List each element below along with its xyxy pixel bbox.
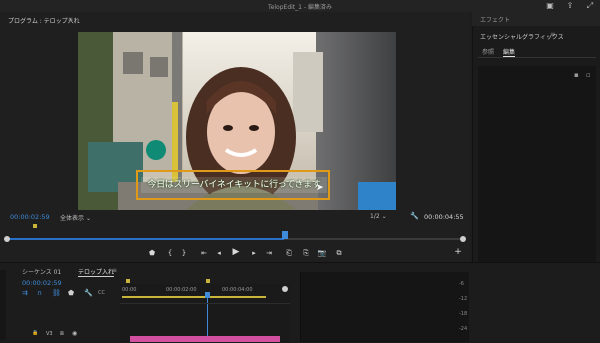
scroll-handle-left[interactable] [4, 236, 10, 242]
marker-icon[interactable]: ⬟ [146, 249, 158, 257]
comparison-view-icon[interactable]: ⧉ [333, 249, 345, 258]
meter-tick-2: -12 [459, 296, 468, 302]
add-marker-icon[interactable]: ⬟ [68, 289, 74, 297]
resolution-label: 1/2 [370, 213, 380, 220]
app-title: TelopEdit_1 - 編集済み [268, 4, 332, 11]
ruler-label-0: 00:00 [122, 287, 137, 293]
sync-lock-icon[interactable]: ⧈ [60, 330, 64, 338]
new-layer-icon[interactable]: ▪ [574, 71, 579, 79]
scroll-handle-right[interactable] [460, 236, 466, 242]
ruler-label-1: 00:00:02:00 [166, 287, 197, 293]
step-forward-icon[interactable]: ▸ [248, 249, 260, 257]
timeline-timecode[interactable]: 00:00:02:59 [22, 279, 62, 287]
playhead[interactable] [282, 231, 288, 239]
panel-menu-icon[interactable]: ≡ [68, 16, 73, 23]
workspace-icon[interactable]: ▣ [545, 1, 555, 11]
snap-icon[interactable]: ∩ [37, 289, 42, 297]
timeline-in-marker[interactable] [126, 279, 130, 283]
tab-sequence-01[interactable]: シーケンス 01 [22, 267, 61, 276]
ruler-label-2: 00:00:04:00 [222, 287, 253, 293]
chevron-down-icon: ⌄ [85, 215, 91, 222]
share-icon[interactable]: ⇪ [565, 1, 575, 11]
lift-icon[interactable]: ⎗ [283, 249, 295, 258]
settings-wrench-icon[interactable]: 🔧 [84, 289, 93, 297]
play-icon[interactable]: ▶ [230, 247, 242, 257]
track-divider [120, 303, 290, 304]
fullscreen-icon[interactable]: ⤢ [585, 1, 595, 11]
tab-menu-icon[interactable]: ≡ [112, 267, 117, 274]
scrub-progress [8, 238, 284, 240]
panel-menu-icon[interactable]: ≡ [550, 31, 555, 38]
graphics-clip[interactable] [130, 336, 280, 342]
go-to-in-icon[interactable]: ⇤ [198, 249, 210, 257]
in-point-marker[interactable] [33, 224, 37, 228]
timeline-scroll-handle[interactable] [282, 286, 288, 292]
nest-icon[interactable]: ⇉ [22, 289, 28, 297]
fit-label: 全体表示 [60, 215, 85, 222]
tab-edit[interactable]: 編集 [503, 47, 516, 57]
camera-icon[interactable]: 📷 [316, 249, 328, 257]
meter-tick-3: -18 [459, 311, 468, 317]
tab-telop[interactable]: テロップ入れ [78, 267, 115, 277]
meter-tick-1: -6 [459, 281, 464, 287]
meter-tick-4: -24 [459, 326, 468, 332]
tools-strip [0, 270, 6, 340]
caption-text[interactable]: 今日はスリーバイネイキットに行ってきます [141, 177, 327, 193]
linked-selection-icon[interactable]: ⛓ [52, 289, 61, 297]
chevron-down-icon: ⌄ [381, 213, 387, 220]
wrench-icon[interactable]: 🔧 [410, 212, 419, 220]
current-timecode[interactable]: 00:00:02:59 [10, 213, 50, 221]
track-v3-label: V3 [46, 331, 53, 337]
audio-meter-panel [300, 272, 469, 342]
divider [478, 57, 596, 58]
mark-in-icon[interactable]: { [164, 249, 176, 257]
work-area-bar[interactable] [122, 296, 266, 298]
lock-icon[interactable]: 🔒 [32, 330, 38, 336]
mouse-cursor-icon: ➤ [316, 183, 324, 193]
add-button-icon[interactable]: + [452, 247, 464, 257]
tab-browse[interactable]: 参照 [482, 47, 494, 56]
duration-timecode: 00:00:04:55 [424, 213, 464, 221]
effects-tab[interactable]: エフェクト [480, 15, 510, 24]
timeline-marker[interactable] [206, 279, 210, 283]
extract-icon[interactable]: ⎘ [300, 249, 312, 258]
folder-icon[interactable]: ▫ [586, 71, 591, 79]
captions-icon[interactable]: CC [98, 290, 105, 296]
resolution-dropdown[interactable]: 1/2 ⌄ [370, 213, 387, 220]
go-to-out-icon[interactable]: ⇥ [263, 249, 275, 257]
step-back-icon[interactable]: ◂ [213, 249, 225, 257]
eye-icon[interactable]: ◉ [72, 330, 77, 337]
fit-dropdown[interactable]: 全体表示 ⌄ [60, 213, 91, 222]
mark-out-icon[interactable]: } [178, 249, 190, 257]
